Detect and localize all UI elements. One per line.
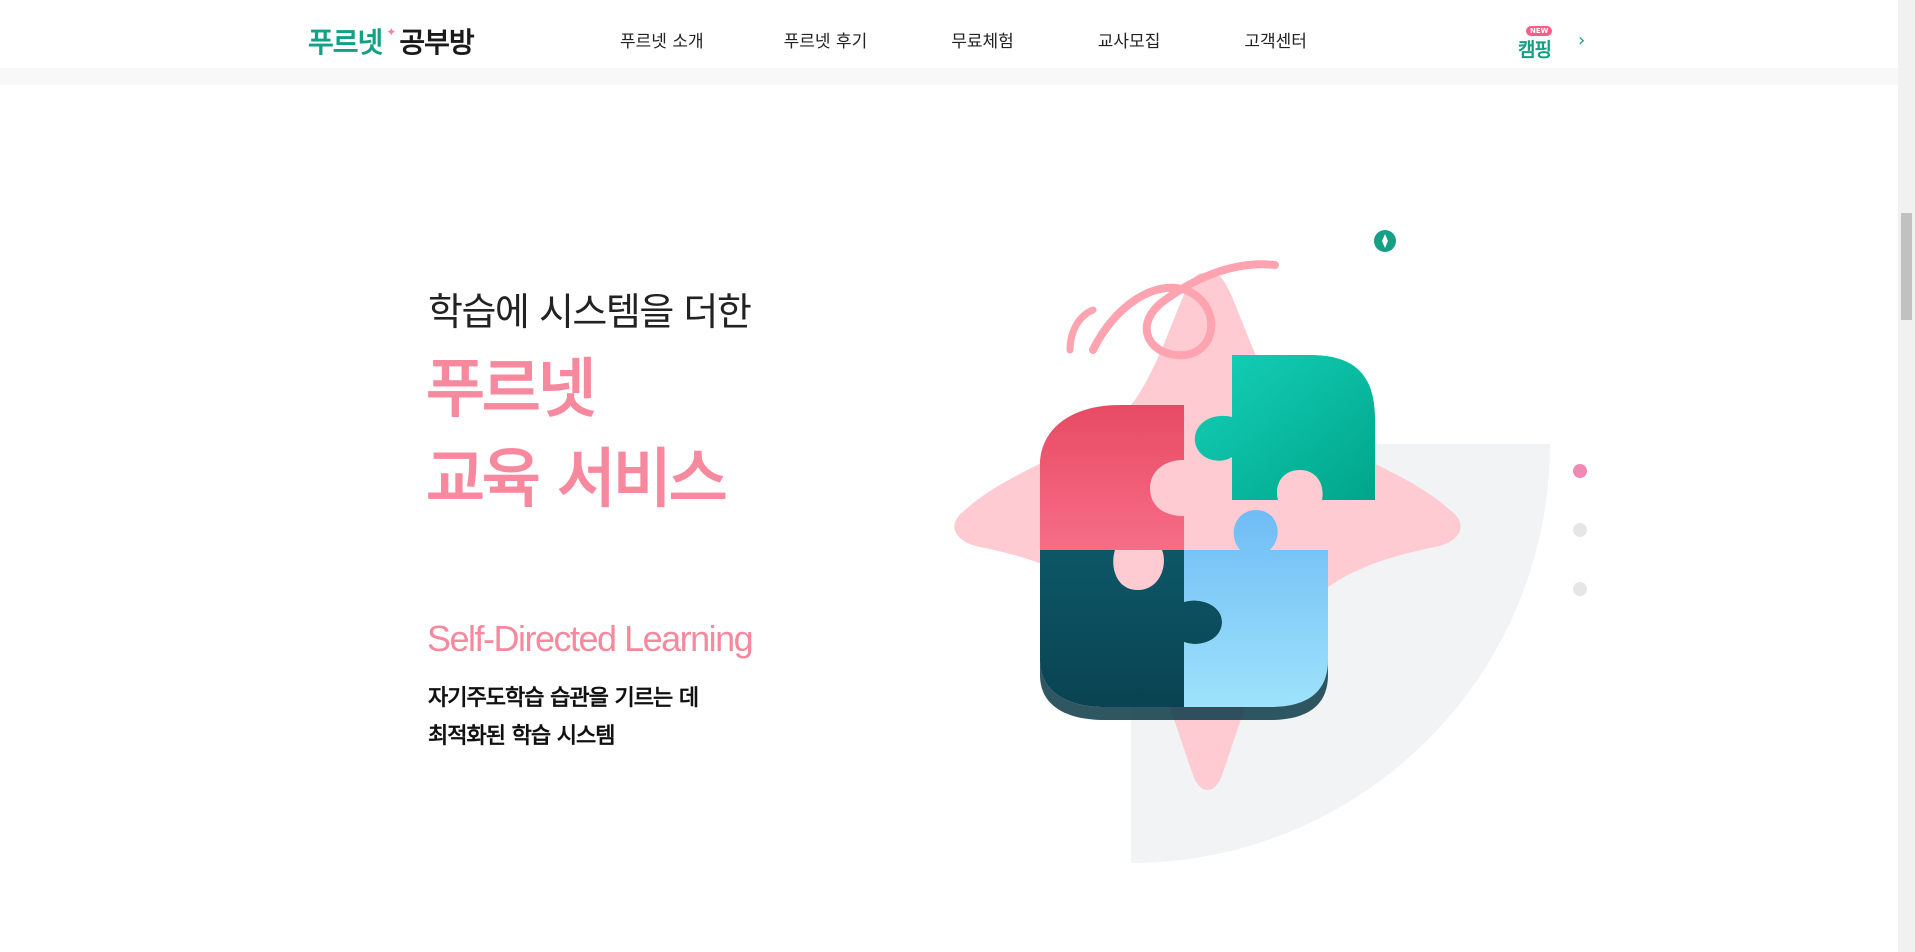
chevron-right-icon[interactable]: › (1578, 30, 1585, 51)
logo-star-icon: ✦ (386, 25, 396, 39)
slider-dots (1573, 464, 1589, 641)
hero-title: 푸르넷 교육 서비스 (426, 345, 728, 525)
logo-sub-text: 공부방 (399, 26, 474, 59)
slider-dot-2[interactable] (1573, 523, 1587, 537)
hero-description-line2: 최적화된 학습 시스템 (428, 724, 615, 749)
nav-item-free-trial[interactable]: 무료체험 (951, 28, 1014, 56)
pink-swirl-shape (1066, 306, 1097, 354)
hero-subtitle-en: Self-Directed Learning (427, 618, 754, 659)
nav-item-intro[interactable]: 푸르넷 소개 (620, 28, 704, 56)
slider-dot-3[interactable] (1573, 582, 1587, 596)
slider-dot-1[interactable] (1573, 464, 1587, 478)
camp-badge-label: 캠핑 (1518, 39, 1552, 61)
hero-title-line1: 푸르넷 (426, 353, 597, 427)
puzzle-illustration (954, 230, 1550, 863)
nav-item-customer-center[interactable]: 고객센터 (1244, 28, 1307, 56)
scrollbar-thumb[interactable] (1901, 213, 1912, 320)
main-nav: 푸르넷 소개 푸르넷 후기 무료체험 교사모집 고객센터 (620, 28, 1387, 56)
hero-description-line1: 자기주도학습 습관을 기르는 데 (428, 686, 699, 711)
nav-item-reviews[interactable]: 푸르넷 후기 (784, 28, 868, 56)
logo-brand-text: 푸르넷 (308, 26, 383, 59)
nav-item-teacher-recruit[interactable]: 교사모집 (1098, 28, 1161, 56)
site-logo[interactable]: 푸르넷 ✦ 공부방 (308, 22, 475, 60)
camp-badge-link[interactable]: NEW 캠핑 (1516, 26, 1558, 61)
hero-pre-title: 학습에 시스템을 더한 (428, 290, 752, 334)
hero-title-line2: 교육 서비스 (426, 443, 728, 517)
hero-description: 자기주도학습 습관을 기르는 데 최적화된 학습 시스템 (428, 680, 699, 756)
page-scrollbar[interactable] (1898, 0, 1915, 952)
site-header: 푸르넷 ✦ 공부방 푸르넷 소개 푸르넷 후기 무료체험 교사모집 고객센터 N… (0, 0, 1898, 85)
